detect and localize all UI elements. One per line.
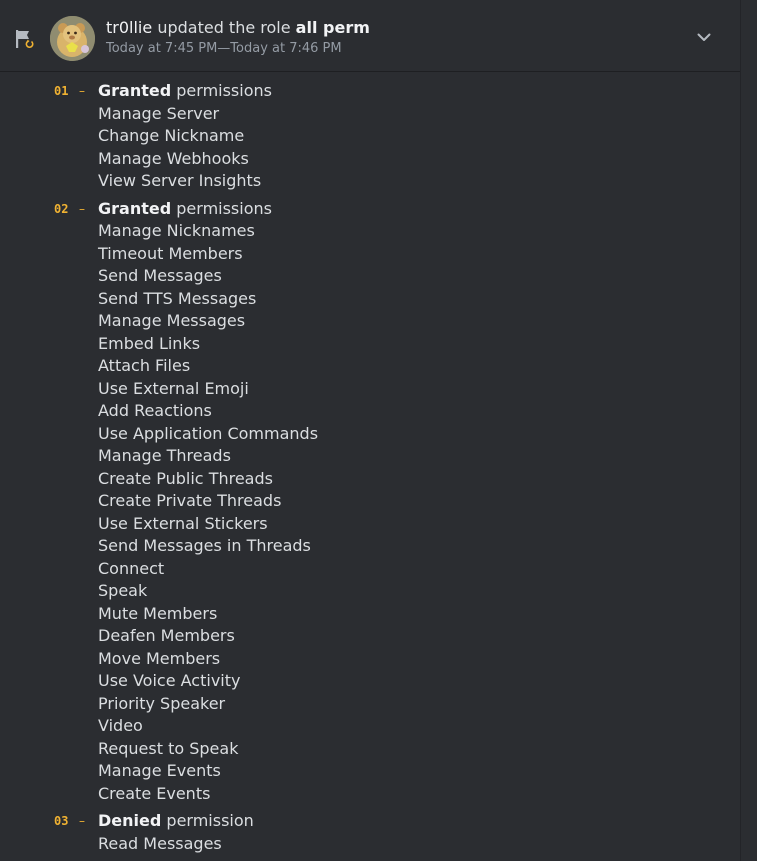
timestamp: Today at 7:45 PM—Today at 7:46 PM	[106, 41, 342, 56]
permission-item: Video	[98, 716, 143, 735]
change-title: Denied permission	[98, 810, 254, 833]
change-number: 01	[54, 84, 69, 98]
permission-item: Mute Members	[98, 603, 218, 623]
chevron-down-icon	[696, 29, 712, 49]
change-label: permission	[166, 811, 254, 830]
permission-item: Manage Server	[98, 103, 220, 123]
permission-item: Manage Webhooks	[98, 148, 249, 168]
permission-item: Use Application Commands	[98, 423, 319, 443]
change-title: Granted permissions	[98, 80, 272, 103]
permission-item: Deafen Members	[98, 626, 235, 645]
audit-log-entry: tr0llie updated the role all perm Today …	[0, 0, 741, 861]
permission-item: Timeout Members	[98, 243, 243, 263]
change-dash: –	[79, 84, 85, 98]
change-number: 03	[54, 814, 69, 828]
permission-item: Connect	[98, 558, 165, 578]
permission-item: Manage Messages	[98, 311, 246, 330]
change-dash: –	[79, 201, 85, 216]
change-dash: –	[79, 814, 85, 828]
permission-item: Use Voice Activity	[98, 671, 241, 690]
change-group-01: 01 – Granted permissions Manage Server C…	[0, 80, 740, 193]
permission-item: Change Nickname	[98, 126, 245, 145]
audit-log-entry-header[interactable]: tr0llie updated the role all perm Today …	[0, 0, 740, 72]
permission-item: Send Messages	[98, 266, 222, 285]
permission-item: View Server Insights	[98, 171, 262, 190]
permission-item: Create Private Threads	[98, 491, 282, 510]
expand-toggle-button[interactable]	[690, 27, 718, 51]
permission-item: Request to Speak	[98, 738, 239, 758]
change-title: Granted permissions	[98, 198, 272, 221]
change-kind: Granted	[98, 81, 172, 100]
permission-item: Priority Speaker	[98, 693, 226, 713]
change-number: 02	[54, 201, 69, 216]
permission-item: Attach Files	[98, 356, 191, 375]
permission-item: Manage Threads	[98, 446, 231, 465]
username[interactable]: tr0llie	[106, 18, 152, 37]
permission-item: Move Members	[98, 648, 221, 668]
avatar[interactable]	[50, 16, 95, 61]
permission-item: Speak	[98, 581, 148, 600]
scrollbar-track[interactable]	[741, 0, 757, 861]
change-label: permissions	[176, 198, 272, 218]
action-text: updated the role	[157, 18, 291, 37]
permission-item: Create Events	[98, 783, 211, 803]
role-name: all perm	[295, 18, 370, 37]
permission-item: Embed Links	[98, 333, 201, 353]
permission-item: Use External Stickers	[98, 513, 268, 533]
flag-update-icon	[14, 28, 36, 50]
change-group-03: 03 – Denied permission Read Messages	[0, 810, 740, 855]
permission-item: Read Messages	[98, 833, 222, 853]
permission-item: Create Public Threads	[98, 468, 273, 488]
change-kind: Denied	[98, 811, 162, 830]
change-list: 01 – Granted permissions Manage Server C…	[0, 80, 740, 860]
entry-summary: tr0llie updated the role all perm Today …	[106, 17, 666, 58]
permission-item: Add Reactions	[98, 401, 212, 420]
permission-item: Manage Events	[98, 761, 221, 780]
change-label: permissions	[176, 81, 272, 100]
permission-item: Manage Nicknames	[98, 221, 255, 240]
change-group-02: 02 – Granted permissions Manage Nickname…	[0, 198, 740, 806]
change-kind: Granted	[98, 198, 172, 218]
permission-item: Send Messages in Threads	[98, 536, 311, 555]
permission-item: Use External Emoji	[98, 378, 249, 398]
permission-item: Send TTS Messages	[98, 288, 257, 308]
